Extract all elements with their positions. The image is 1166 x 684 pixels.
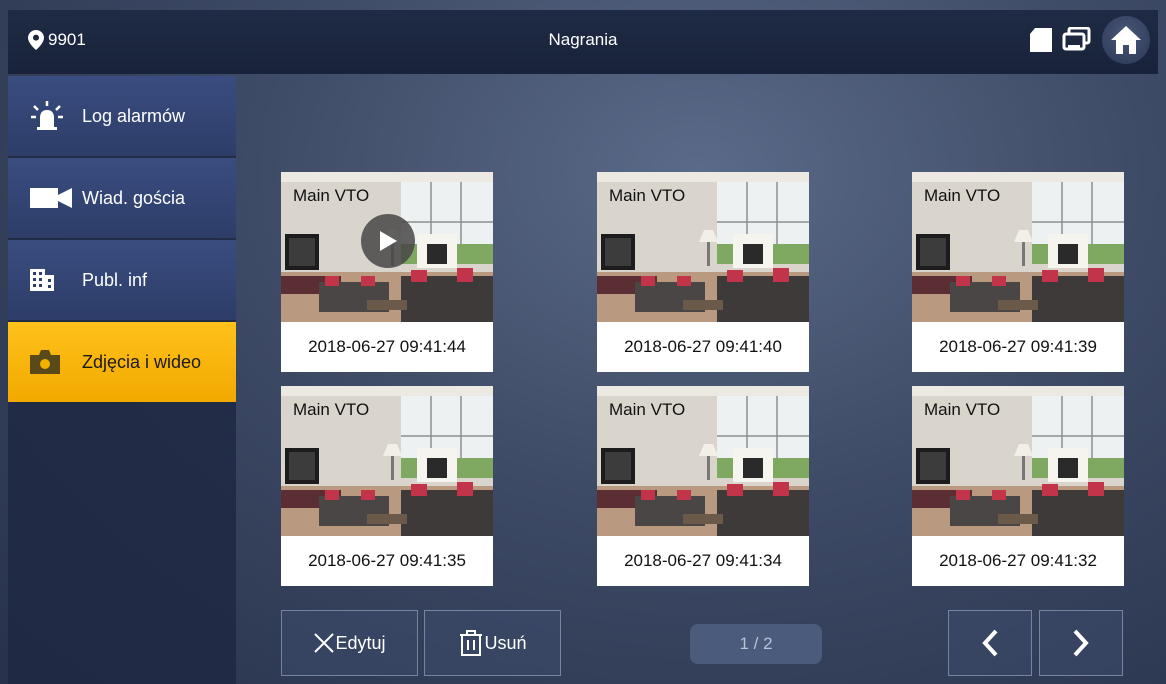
delete-button[interactable]: Usuń (424, 610, 561, 676)
edit-button[interactable]: Edytuj (281, 610, 418, 676)
sidebar-item-public-info[interactable]: Publ. inf (8, 240, 236, 320)
record-source: Main VTO (293, 400, 370, 419)
record-timestamp: 2018-06-27 09:41:44 (281, 322, 493, 372)
chevron-right-icon (1073, 629, 1089, 657)
edit-button-label: Edytuj (335, 632, 386, 653)
record-source: Main VTO (293, 186, 370, 205)
record-tile[interactable]: Main VTO 2018-06-27 09:41:34 (597, 386, 809, 586)
next-page-button[interactable] (1039, 610, 1123, 676)
record-source: Main VTO (609, 400, 686, 419)
record-timestamp: 2018-06-27 09:41:40 (597, 322, 809, 372)
record-tile[interactable]: Main VTO 2018-06-27 09:41:44 (281, 172, 493, 372)
sidebar-item-guest-messages[interactable]: Wiad. gościa (8, 158, 236, 238)
record-source: Main VTO (924, 400, 1001, 419)
close-icon (314, 633, 335, 653)
trash-icon (460, 630, 483, 656)
video-camera-icon (30, 188, 72, 208)
sidebar-item-label: Publ. inf (82, 269, 148, 290)
play-icon (380, 231, 397, 251)
record-tile[interactable]: Main VTO 2018-06-27 09:41:35 (281, 386, 493, 586)
sidebar: Log alarmów Wiad. gościa Publ. inf Zdjęc… (8, 76, 236, 684)
top-bar: 9901 Nagrania (8, 10, 1158, 74)
previous-page-button[interactable] (948, 610, 1032, 676)
record-timestamp: 2018-06-27 09:41:34 (597, 536, 809, 586)
page-title: Nagrania (548, 30, 618, 49)
record-source: Main VTO (609, 186, 686, 205)
camera-icon (30, 350, 60, 374)
home-button[interactable] (1102, 16, 1150, 64)
sidebar-item-photos-videos[interactable]: Zdjęcia i wideo (8, 322, 236, 402)
record-tile[interactable]: Main VTO 2018-06-27 09:41:40 (597, 172, 809, 372)
sidebar-item-label: Zdjęcia i wideo (82, 351, 202, 372)
alarm-light-icon (31, 101, 63, 130)
record-timestamp: 2018-06-27 09:41:39 (912, 322, 1124, 372)
page-indicator: 1 / 2 (690, 624, 822, 664)
sidebar-item-label: Log alarmów (82, 105, 186, 126)
home-icon (1111, 26, 1141, 54)
record-timestamp: 2018-06-27 09:41:35 (281, 536, 493, 586)
building-icon (30, 269, 54, 291)
sidebar-item-label: Wiad. gościa (82, 187, 186, 208)
record-tile[interactable]: Main VTO 2018-06-27 09:41:32 (912, 386, 1124, 586)
record-tile[interactable]: Main VTO 2018-06-27 09:41:39 (912, 172, 1124, 372)
sidebar-item-alarm-log[interactable]: Log alarmów (8, 76, 236, 156)
play-button[interactable] (361, 214, 415, 268)
record-timestamp: 2018-06-27 09:41:32 (912, 536, 1124, 586)
record-source: Main VTO (924, 186, 1001, 205)
sd-card-icon[interactable] (1030, 28, 1052, 52)
network-icon[interactable] (1062, 27, 1092, 53)
delete-button-label: Usuń (484, 632, 527, 653)
chevron-left-icon (982, 629, 998, 657)
